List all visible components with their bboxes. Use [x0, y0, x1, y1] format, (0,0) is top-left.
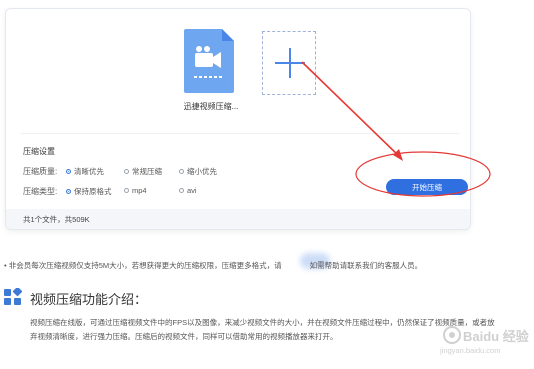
format-option-avi[interactable]: avi: [179, 186, 197, 195]
format-option-original[interactable]: 保持原格式: [66, 186, 112, 197]
intro-text: 视频压缩在线版，可通过压缩视频文件中的FPS以及图像，来减少视频文件的大小，并在…: [30, 318, 495, 341]
divider: [21, 133, 459, 134]
file-summary-bar: 共1个文件，共509K: [6, 209, 470, 229]
quality-option-normal[interactable]: 常规压缩: [124, 166, 162, 177]
settings-title: 压缩设置: [23, 147, 55, 156]
radio-icon: [179, 187, 184, 193]
radio-checked-icon: [66, 168, 71, 174]
file-name: 迅捷视频压缩...: [183, 102, 239, 111]
radio-icon: [124, 187, 129, 193]
start-compress-button[interactable]: 开始压缩: [386, 179, 468, 195]
watermark-text: Baidu 经验: [463, 329, 529, 344]
format-option-mp4[interactable]: mp4: [124, 186, 147, 195]
file-summary: 共1个文件，共509K: [23, 215, 90, 224]
format-label: 压缩类型:: [23, 187, 58, 196]
upload-card: 迅捷视频压缩... 压缩设置 压缩质量: 清晰优先 常规压缩 缩小优先 压缩类型…: [5, 8, 471, 230]
intro-title: 视频压缩功能介绍：: [30, 292, 148, 307]
quality-label: 压缩质量:: [23, 167, 58, 176]
app-grid-icon: [4, 288, 22, 305]
radio-icon: [179, 168, 184, 174]
quality-option-clear[interactable]: 清晰优先: [66, 166, 104, 177]
member-notice: • 非会员每次压缩视频仅支持5M大小，若想获得更大的压缩权限，压缩更多格式，请如…: [4, 261, 423, 270]
radio-checked-icon: [66, 188, 71, 194]
quality-option-small[interactable]: 缩小优先: [179, 166, 217, 177]
radio-icon: [124, 168, 129, 174]
watermark-url: jingyan.baidu.com: [440, 346, 501, 355]
video-file-icon[interactable]: [182, 27, 236, 95]
add-file-button[interactable]: [262, 31, 316, 95]
